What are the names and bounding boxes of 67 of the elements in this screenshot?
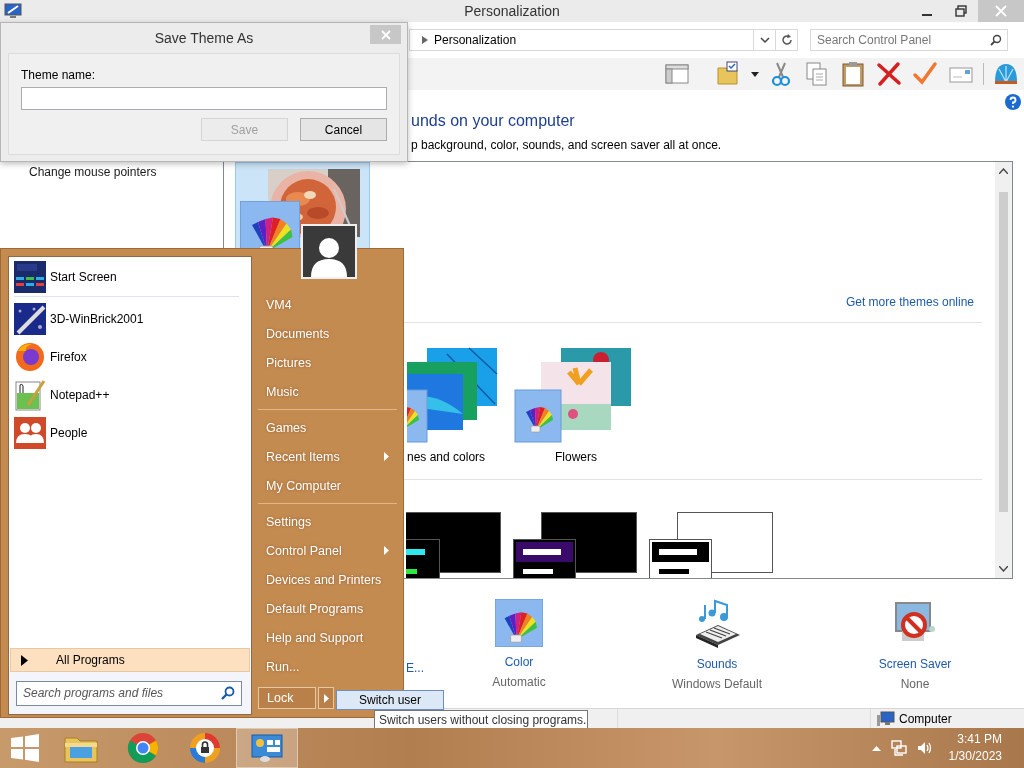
setting-link[interactable]: Sounds	[696, 657, 738, 671]
clock[interactable]: 3:41 PM 1/30/2023	[948, 731, 1002, 765]
breadcrumb-arrow-icon	[422, 36, 428, 44]
search-icon	[990, 34, 1002, 46]
program-item[interactable]: Start Screen	[14, 262, 251, 292]
page-description: p background, color, sounds, and screen saver all at once.	[411, 138, 723, 153]
chevron-down-icon	[759, 36, 770, 44]
dialog-title: Save Theme As	[154, 30, 254, 46]
setting-link[interactable]: Color	[504, 655, 534, 669]
sidebar-link[interactable]: Change mouse pointers	[29, 164, 223, 180]
people-icon	[14, 417, 46, 449]
setting-link[interactable]: Screen Saver	[878, 657, 952, 671]
volume-icon[interactable]	[916, 740, 933, 756]
clock-date: 1/30/2023	[948, 748, 1002, 765]
restore-icon	[955, 5, 967, 17]
setting-value: Automatic	[492, 675, 546, 689]
person-silhouette-icon	[309, 235, 349, 277]
lock-options-button[interactable]	[318, 687, 334, 709]
triangle-icon	[21, 654, 28, 666]
window-title: Personalization	[464, 3, 560, 19]
setting-link[interactable]: E...	[406, 661, 424, 675]
search-icon	[221, 685, 235, 700]
palette-icon	[495, 599, 543, 647]
start-screen-icon	[14, 261, 46, 293]
address-bar[interactable]: Personalization	[409, 29, 798, 51]
notepad-icon	[14, 379, 46, 411]
clipboard-icon[interactable]	[839, 60, 867, 88]
theme-name-field[interactable]	[21, 87, 387, 110]
page-heading: unds on your computer	[411, 111, 576, 131]
scroll-down-icon[interactable]	[999, 566, 1008, 572]
close-icon	[380, 29, 391, 40]
windows-logo-icon	[11, 734, 39, 762]
program-item[interactable]: People	[14, 414, 251, 452]
breadcrumb-item[interactable]: Personalization	[434, 33, 517, 47]
search-field[interactable]: Search programs and files	[16, 680, 242, 706]
arrow-icon	[323, 693, 329, 703]
cross-icon[interactable]	[875, 60, 903, 88]
close-icon	[995, 5, 1007, 17]
computer-icon	[877, 710, 895, 727]
all-programs-button[interactable]: All Programs	[10, 648, 250, 672]
network-icon[interactable]	[890, 740, 907, 756]
help-icon[interactable]	[1005, 94, 1021, 110]
clock-time: 3:41 PM	[957, 731, 1002, 748]
close-button[interactable]	[370, 25, 401, 44]
scroll-up-icon[interactable]	[999, 168, 1008, 174]
tray-arrow-icon[interactable]	[871, 745, 881, 751]
get-more-themes-link[interactable]: Get more themes online	[845, 295, 974, 309]
program-item[interactable]: Notepad++	[14, 376, 251, 414]
field-label: Theme name:	[21, 68, 97, 82]
scrollbar-thumb[interactable]	[999, 192, 1008, 512]
dialog-button[interactable]: Cancel	[300, 118, 387, 141]
lock-browser-icon	[189, 732, 221, 764]
program-item[interactable]: 3D-WinBrick2001	[14, 300, 251, 338]
minimize-icon	[922, 14, 932, 16]
setting-value: Windows Default	[671, 677, 762, 691]
chrome-icon	[127, 732, 159, 764]
menu-item[interactable]: Switch user	[336, 690, 444, 710]
firefox-icon	[14, 341, 46, 373]
dropdown-caret-icon[interactable]	[751, 71, 759, 77]
status-location: Computer	[899, 711, 952, 726]
control-panel-icon	[251, 733, 283, 763]
refresh-icon	[780, 34, 793, 46]
theme-tile[interactable]: Flowers	[507, 343, 645, 479]
setting-value: None	[900, 677, 930, 691]
starfield-icon	[14, 303, 46, 335]
monitor-icon	[4, 3, 22, 19]
program-item[interactable]: Firefox	[14, 338, 251, 376]
